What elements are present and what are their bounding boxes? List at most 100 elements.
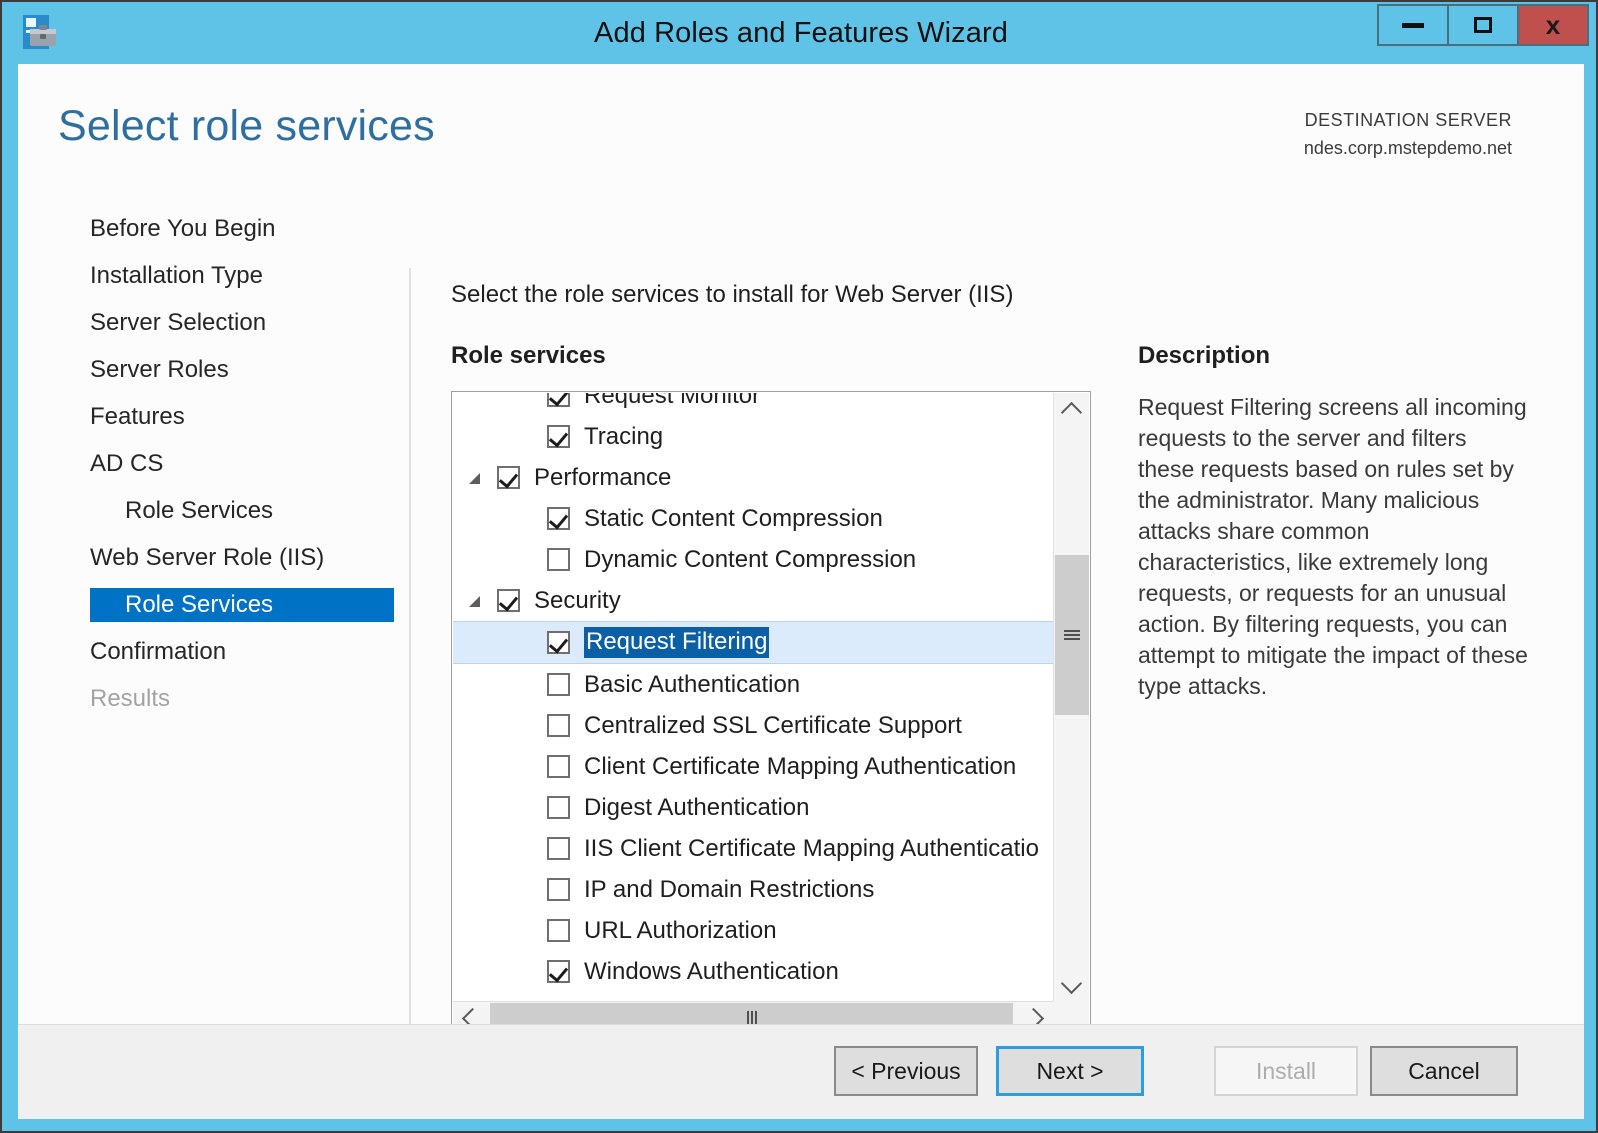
sidebar-item-installation-type[interactable]: Installation Type (90, 259, 394, 293)
role-services-heading: Role services (451, 342, 606, 369)
content-intro-text: Select the role services to install for … (451, 281, 1014, 308)
tree-row[interactable]: Dynamic Content Compression (453, 539, 1053, 580)
wizard-body: Select role services DESTINATION SERVER … (18, 64, 1584, 1115)
checkbox-checked[interactable] (547, 507, 570, 530)
sidebar-item-label: Role Services (125, 497, 274, 524)
tree-row[interactable]: URL Authorization (453, 910, 1053, 951)
minimize-button[interactable] (1377, 4, 1449, 46)
tree-row-label: Client Certificate Mapping Authenticatio… (584, 752, 1017, 780)
checkbox-checked[interactable] (547, 425, 570, 448)
tree-row-label: Request Filtering (584, 627, 770, 658)
sidebar-item-label: Results (90, 685, 171, 712)
maximize-icon (1474, 17, 1492, 33)
tree-row[interactable]: Client Certificate Mapping Authenticatio… (453, 746, 1053, 787)
checkbox-checked[interactable] (497, 466, 520, 489)
triangle-icon (469, 473, 480, 484)
tree-row-label: Basic Authentication (584, 670, 801, 698)
tree-row[interactable]: Windows Authentication (453, 951, 1053, 992)
checkbox-unchecked[interactable] (547, 673, 570, 696)
tree-row-label: Windows Authentication (584, 957, 839, 985)
chevron-up-icon (1060, 401, 1083, 424)
page-title: Select role services (58, 102, 435, 150)
tree-row[interactable]: Basic Authentication (453, 664, 1053, 705)
sidebar-item-server-selection[interactable]: Server Selection (90, 306, 394, 340)
next-button[interactable]: Next > (996, 1046, 1144, 1096)
previous-button[interactable]: < Previous (834, 1046, 978, 1096)
tree-row[interactable]: Security (453, 580, 1053, 621)
wizard-window: Add Roles and Features Wizard x Select r… (0, 0, 1598, 1133)
checkbox-checked[interactable] (497, 589, 520, 612)
sidebar-item-server-roles[interactable]: Server Roles (90, 353, 394, 387)
tree-row[interactable]: Digest Authentication (453, 787, 1053, 828)
title-bar: Add Roles and Features Wizard x (2, 2, 1596, 64)
scroll-up-button[interactable] (1054, 393, 1089, 427)
maximize-button[interactable] (1447, 4, 1519, 46)
description-text: Request Filtering screens all incoming r… (1138, 394, 1528, 699)
checkbox-unchecked[interactable] (547, 878, 570, 901)
checkbox-unchecked[interactable] (547, 796, 570, 819)
vertical-scrollbar[interactable] (1053, 393, 1089, 1003)
tree-row[interactable]: Request Monitor (453, 393, 1053, 416)
tree-row-label: URL Authorization (584, 916, 777, 944)
tree-row[interactable]: Static Content Compression (453, 498, 1053, 539)
checkbox-checked[interactable] (547, 631, 570, 654)
sidebar-item-label: Role Services (125, 591, 274, 618)
cancel-button[interactable]: Cancel (1370, 1046, 1518, 1096)
checkbox-unchecked[interactable] (547, 837, 570, 860)
tree-row[interactable]: Request Filtering (453, 621, 1053, 664)
sidebar-item-web-server-role-iis[interactable]: Web Server Role (IIS) (90, 541, 394, 575)
destination-server-block: DESTINATION SERVER ndes.corp.mstepdemo.n… (1304, 110, 1512, 159)
tree-row-label: Performance (534, 463, 672, 491)
tree-row[interactable]: Tracing (453, 416, 1053, 457)
sidebar-item-label: Installation Type (90, 262, 264, 289)
role-services-listbox[interactable]: Request Monitor Tracing Performance Static … (451, 391, 1091, 1036)
window-title: Add Roles and Features Wizard (594, 17, 1008, 49)
chevron-down-icon (1060, 972, 1083, 995)
triangle-icon (469, 596, 480, 607)
sidebar-item-role-services[interactable]: Role Services (90, 494, 394, 528)
tree-row[interactable]: Centralized SSL Certificate Support (453, 705, 1053, 746)
sidebar-item-features[interactable]: Features (90, 400, 394, 434)
close-button[interactable]: x (1517, 4, 1589, 46)
role-services-viewport: Request Monitor Tracing Performance Static … (453, 393, 1053, 1003)
sidebar-item-label: AD CS (90, 450, 164, 477)
checkbox-unchecked[interactable] (547, 919, 570, 942)
tree-row[interactable]: Performance (453, 457, 1053, 498)
checkbox-unchecked[interactable] (547, 714, 570, 737)
sidebar-item-role-services[interactable]: Role Services (90, 588, 394, 622)
window-controls: x (1377, 4, 1589, 46)
sidebar-content-divider (409, 268, 411, 1028)
sidebar-item-ad-cs[interactable]: AD CS (90, 447, 394, 481)
tree-row-label: Dynamic Content Compression (584, 545, 917, 573)
expander-collapse-icon[interactable] (467, 466, 489, 488)
wizard-footer: < Previous Next > Install Cancel (18, 1024, 1584, 1119)
expander-collapse-icon[interactable] (467, 589, 489, 611)
vertical-scrollbar-thumb[interactable] (1055, 555, 1089, 715)
checkbox-unchecked[interactable] (547, 548, 570, 571)
checkbox-checked[interactable] (547, 393, 570, 407)
sidebar-item-confirmation[interactable]: Confirmation (90, 635, 394, 669)
sidebar-item-label: Web Server Role (IIS) (90, 544, 325, 571)
checkbox-checked[interactable] (547, 960, 570, 983)
sidebar-item-before-you-begin[interactable]: Before You Begin (90, 212, 394, 246)
minimize-icon (1402, 22, 1424, 28)
role-services-tree: Request Monitor Tracing Performance Static … (453, 393, 1053, 992)
sidebar-item-label: Before You Begin (90, 215, 276, 242)
tree-row[interactable]: IP and Domain Restrictions (453, 869, 1053, 910)
tree-row-label: Request Monitor (584, 393, 761, 409)
sidebar-item-label: Features (90, 403, 185, 430)
tree-row-label: Digest Authentication (584, 793, 810, 821)
tree-row[interactable]: IIS Client Certificate Mapping Authentic… (453, 828, 1053, 869)
sidebar-item-label: Server Roles (90, 356, 229, 383)
description-heading: Description (1138, 342, 1271, 369)
wizard-steps-nav: Before You Begin Installation Type Server … (18, 212, 394, 1022)
tree-row-label: Static Content Compression (584, 504, 883, 532)
tree-row-label: Tracing (584, 422, 664, 450)
destination-server-label: DESTINATION SERVER (1304, 110, 1512, 130)
sidebar-item-label: Server Selection (90, 309, 267, 336)
sidebar-item-results: Results (90, 682, 394, 716)
tree-row-label: Security (534, 586, 621, 614)
scroll-down-button[interactable] (1054, 969, 1089, 1003)
checkbox-unchecked[interactable] (547, 755, 570, 778)
tree-row-label: Centralized SSL Certificate Support (584, 711, 962, 739)
